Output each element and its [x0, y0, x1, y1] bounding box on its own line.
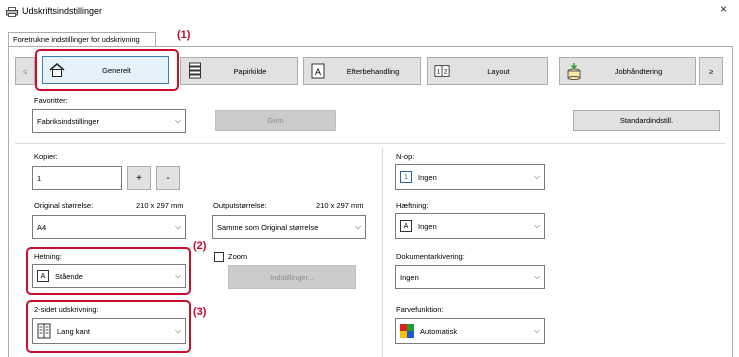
duplex-value: Lang kant	[57, 326, 90, 336]
chevron-down-icon: ⌵	[174, 271, 182, 280]
duplex-book-icon	[37, 323, 51, 339]
favorites-select[interactable]: Fabriksindstillinger ⌵	[32, 109, 186, 133]
chevron-down-icon: ⌵	[533, 172, 541, 181]
paper-tray-icon	[187, 62, 203, 79]
job-handling-icon	[566, 63, 582, 80]
save-favorite-button[interactable]: Gem	[215, 110, 336, 131]
svg-text:2: 2	[444, 69, 448, 76]
nav-layout-label: Layout	[487, 66, 510, 76]
nav-finishing-label: Efterbehandling	[346, 66, 400, 76]
nav-general-label: Generelt	[102, 65, 131, 75]
svg-text:A: A	[315, 67, 321, 77]
tab-preferences[interactable]: Foretrukne indstillinger for udskrivning	[8, 32, 156, 47]
original-size-label: Original størrelse:	[34, 201, 94, 210]
chevron-down-icon: ⌵	[533, 221, 541, 230]
color-mode-label: Farvefunktion:	[396, 305, 444, 314]
duplex-label: 2-sidet udskrivning:	[34, 305, 99, 314]
document-filing-label: Dokumentarkivering:	[396, 252, 465, 261]
document-filing-select[interactable]: Ingen ⌵	[395, 265, 545, 289]
document-filing-value: Ingen	[400, 272, 419, 282]
chevron-down-icon: ⌵	[354, 222, 362, 231]
staple-icon: A	[400, 220, 412, 232]
nup-value: Ingen	[418, 172, 437, 182]
column-divider	[382, 148, 383, 357]
chevron-down-icon: ⌵	[174, 116, 182, 125]
callout-2: (2)	[193, 240, 207, 252]
color-mode-icon	[400, 324, 414, 338]
close-button[interactable]: ×	[720, 2, 727, 16]
divider	[15, 143, 725, 144]
chevron-down-icon: ⌵	[533, 326, 541, 335]
copies-input[interactable]: 1	[32, 166, 122, 190]
color-mode-select[interactable]: Automatisk ⌵	[395, 318, 545, 344]
orientation-label: Hetning:	[34, 252, 62, 261]
orientation-select[interactable]: A Stående ⌵	[32, 264, 186, 288]
nav-paper-source-button[interactable]: Papirkilde	[180, 57, 298, 85]
nav-prev-label: ≤	[22, 66, 28, 76]
callout-3: (3)	[193, 306, 207, 318]
staple-select[interactable]: A Ingen ⌵	[395, 213, 545, 239]
original-size-value: A4	[37, 222, 47, 232]
output-size-dims: 210 x 297 mm	[316, 201, 364, 210]
output-size-label: Outputstørrelse:	[213, 201, 267, 210]
portrait-icon: A	[37, 270, 49, 282]
nav-general-button[interactable]: Generelt	[42, 56, 169, 84]
staple-value: Ingen	[418, 221, 437, 231]
home-icon	[49, 62, 65, 78]
nav-job-handling-button[interactable]: Jobhåndtering	[559, 57, 696, 85]
nav-next-label: ≥	[708, 66, 714, 76]
chevron-down-icon: ⌵	[533, 272, 541, 281]
defaults-button[interactable]: Standardindstill.	[573, 110, 720, 131]
duplex-select[interactable]: Lang kant ⌵	[32, 318, 186, 344]
nav-finishing-button[interactable]: A Efterbehandling	[303, 57, 421, 85]
increment-copies-button[interactable]: +	[127, 166, 151, 190]
nav-job-handling-label: Jobhåndtering	[614, 66, 663, 76]
nav-paper-source-label: Papirkilde	[233, 66, 267, 76]
favorites-label: Favoritter:	[34, 96, 68, 105]
orientation-value: Stående	[55, 271, 83, 281]
color-mode-value: Automatisk	[420, 326, 458, 336]
zoom-checkbox[interactable]	[214, 252, 224, 262]
chevron-down-icon: ⌵	[174, 222, 182, 231]
chevron-down-icon: ⌵	[174, 326, 182, 335]
nup-select[interactable]: 1 Ingen ⌵	[395, 164, 545, 190]
nav-prev-button[interactable]: ≤	[15, 57, 35, 85]
layout-icon: 12	[434, 63, 450, 79]
nup-label: N-op:	[396, 152, 415, 161]
finishing-icon: A	[310, 63, 326, 79]
callout-1: (1)	[177, 29, 191, 41]
original-size-select[interactable]: A4 ⌵	[32, 215, 186, 239]
svg-text:1: 1	[437, 69, 441, 76]
decrement-copies-button[interactable]: -	[156, 166, 180, 190]
nav-next-button[interactable]: ≥	[699, 57, 723, 85]
zoom-label: Zoom	[228, 252, 248, 261]
zoom-settings-button[interactable]: Indstillinger...	[228, 265, 356, 289]
copies-label: Kopier:	[34, 152, 58, 161]
printer-icon	[6, 7, 18, 17]
window-title: Udskriftsindstillinger	[22, 6, 103, 16]
output-size-value: Samme som Original størrelse	[217, 222, 319, 232]
nav-layout-button[interactable]: 12 Layout	[427, 57, 548, 85]
original-size-dims: 210 x 297 mm	[136, 201, 184, 210]
n-up-icon: 1	[400, 171, 412, 183]
output-size-select[interactable]: Samme som Original størrelse ⌵	[212, 215, 366, 239]
staple-label: Hæftning:	[396, 201, 429, 210]
favorites-value: Fabriksindstillinger	[37, 116, 100, 126]
